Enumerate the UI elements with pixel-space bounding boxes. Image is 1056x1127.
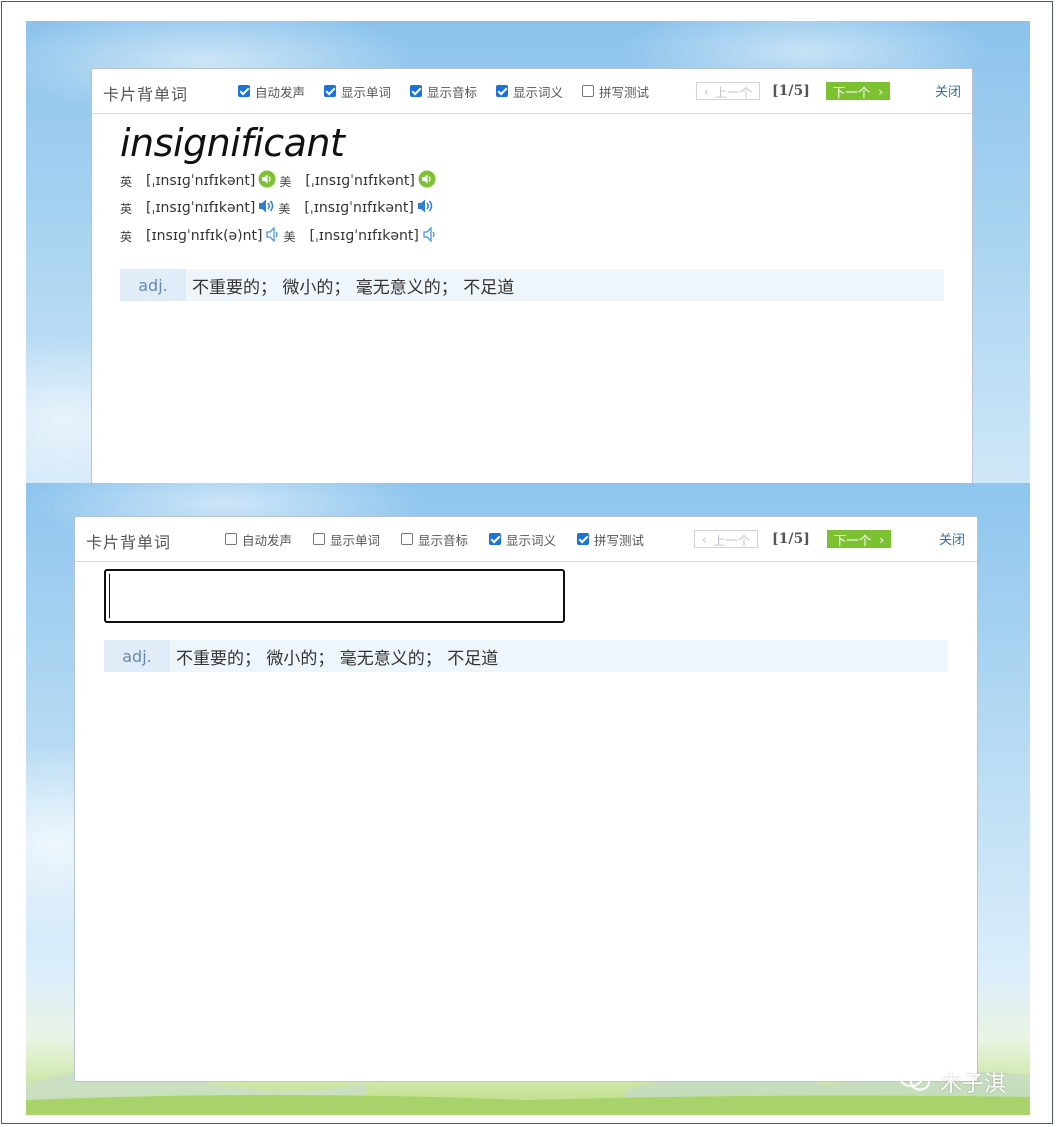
outline-speaker-icon[interactable] <box>265 226 280 247</box>
chevron-left-icon: ‹ <box>703 83 709 99</box>
checkbox-auto-sound[interactable] <box>238 85 250 97</box>
option-label: 显示单词 <box>341 84 392 100</box>
definition-text: 不重要的； 微小的； 毫无意义的； 不足道 <box>176 648 499 669</box>
option-label: 自动发声 <box>255 84 306 100</box>
card-title: 卡片背单词 <box>86 533 172 552</box>
flashcard-toolbar: 卡片背单词 自动发声 显示单词 显示音标 显示词义 拼写测试 ‹ 上一个 [1/… <box>92 69 972 114</box>
wechat-icon <box>898 1066 932 1098</box>
watermark-text: 木子淇 <box>940 1072 1007 1097</box>
option-show-phonetic[interactable]: 显示音标 <box>410 83 478 100</box>
uk-phonetic: [ˌɪnsɪɡˈnɪfɪkənt] <box>146 200 256 216</box>
part-of-speech: adj. <box>120 269 186 301</box>
spelling-input[interactable] <box>104 569 565 623</box>
part-of-speech: adj. <box>104 640 170 672</box>
checkbox-show-phonetic[interactable] <box>410 85 422 97</box>
card-title: 卡片背单词 <box>103 85 189 104</box>
definition-bar: adj. 不重要的； 微小的； 毫无意义的； 不足道 <box>104 640 948 672</box>
checkbox-show-phonetic[interactable] <box>401 533 413 545</box>
card-counter: [1/5] <box>772 83 810 99</box>
option-spelling-test[interactable]: 拼写测试 <box>577 531 645 548</box>
checkbox-auto-sound[interactable] <box>225 533 237 545</box>
next-button[interactable]: 下一个 › <box>826 82 890 100</box>
chevron-right-icon: › <box>879 531 885 547</box>
card-counter: [1/5] <box>772 531 810 547</box>
uk-phonetic: [ˌɪnsɪɡˈnɪfɪkənt] <box>146 173 256 189</box>
prev-button[interactable]: ‹ 上一个 <box>694 530 758 548</box>
definition-bar: adj. 不重要的； 微小的； 毫无意义的； 不足道 <box>120 269 944 301</box>
us-phonetic: [ˌɪnsɪɡˈnɪfɪkənt] <box>309 228 419 244</box>
option-label: 显示词义 <box>513 84 564 100</box>
option-show-word[interactable]: 显示单词 <box>324 83 392 100</box>
option-show-phonetic[interactable]: 显示音标 <box>401 531 469 548</box>
option-label: 显示音标 <box>418 532 469 548</box>
checkbox-show-meaning[interactable] <box>496 85 508 97</box>
screenshot-frame: 卡片背单词 自动发声 显示单词 显示音标 显示词义 拼写测试 ‹ 上一个 [1/… <box>1 1 1053 1124</box>
option-show-meaning[interactable]: 显示词义 <box>489 531 557 548</box>
watermark: 木子淇 <box>898 1066 1006 1098</box>
checkbox-show-word[interactable] <box>313 533 325 545</box>
flashcard-toolbar: 卡片背单词 自动发声 显示单词 显示音标 显示词义 拼写测试 ‹ 上一个 [1/… <box>75 517 977 562</box>
flashcard-window: 卡片背单词 自动发声 显示单词 显示音标 显示词义 拼写测试 ‹ 上一个 [1/… <box>91 68 973 483</box>
option-label: 拼写测试 <box>599 84 650 100</box>
checkbox-spelling-test[interactable] <box>577 533 589 545</box>
flashcard-window: 卡片背单词 自动发声 显示单词 显示音标 显示词义 拼写测试 ‹ 上一个 [1/… <box>74 516 978 1082</box>
checkbox-show-word[interactable] <box>324 85 336 97</box>
vocabulary-word: insignificant <box>120 121 345 165</box>
option-label: 显示单词 <box>330 532 381 548</box>
green-speaker-icon[interactable] <box>418 170 436 192</box>
top-screenshot-panel: 卡片背单词 自动发声 显示单词 显示音标 显示词义 拼写测试 ‹ 上一个 [1/… <box>26 21 1030 483</box>
next-button[interactable]: 下一个 › <box>827 530 891 548</box>
option-auto-sound[interactable]: 自动发声 <box>238 83 306 100</box>
phonetic-row: 英 [ˌɪnsɪɡˈnɪfɪkənt] 美 [ˌɪnsɪɡˈnɪfɪkənt] <box>120 170 436 192</box>
bottom-screenshot-panel: 卡片背单词 自动发声 显示单词 显示音标 显示词义 拼写测试 ‹ 上一个 [1/… <box>26 483 1030 1115</box>
option-label: 显示词义 <box>506 532 557 548</box>
checkbox-show-meaning[interactable] <box>489 533 501 545</box>
us-phonetic: [ˌɪnsɪɡˈnɪfɪkənt] <box>304 200 414 216</box>
phonetic-row: 英 [ɪnsɪɡˈnɪfɪk(ə)nt] 美 [ˌɪnsɪɡˈnɪfɪkənt] <box>120 226 437 246</box>
option-show-meaning[interactable]: 显示词义 <box>496 83 564 100</box>
option-label: 拼写测试 <box>594 532 645 548</box>
option-spelling-test[interactable]: 拼写测试 <box>582 83 650 100</box>
blue-speaker-icon[interactable] <box>258 198 275 218</box>
checkbox-spelling-test[interactable] <box>582 85 594 97</box>
chevron-left-icon: ‹ <box>701 531 707 547</box>
chevron-right-icon: › <box>878 83 884 99</box>
phonetic-row: 英 [ˌɪnsɪɡˈnɪfɪkənt] 美 [ˌɪnsɪɡˈnɪfɪkənt] <box>120 198 434 218</box>
option-show-word[interactable]: 显示单词 <box>313 531 381 548</box>
blue-speaker-icon[interactable] <box>417 198 434 218</box>
outline-speaker-icon[interactable] <box>422 226 437 247</box>
close-link[interactable]: 关闭 <box>935 81 961 100</box>
green-speaker-icon[interactable] <box>258 170 276 192</box>
option-label: 自动发声 <box>242 532 293 548</box>
definition-text: 不重要的； 微小的； 毫无意义的； 不足道 <box>192 277 515 298</box>
close-link[interactable]: 关闭 <box>939 529 965 548</box>
us-phonetic: [ˌɪnsɪɡˈnɪfɪkənt] <box>305 173 415 189</box>
option-auto-sound[interactable]: 自动发声 <box>225 531 293 548</box>
option-label: 显示音标 <box>427 84 478 100</box>
uk-phonetic: [ɪnsɪɡˈnɪfɪk(ə)nt] <box>146 228 263 244</box>
prev-button[interactable]: ‹ 上一个 <box>696 82 760 100</box>
